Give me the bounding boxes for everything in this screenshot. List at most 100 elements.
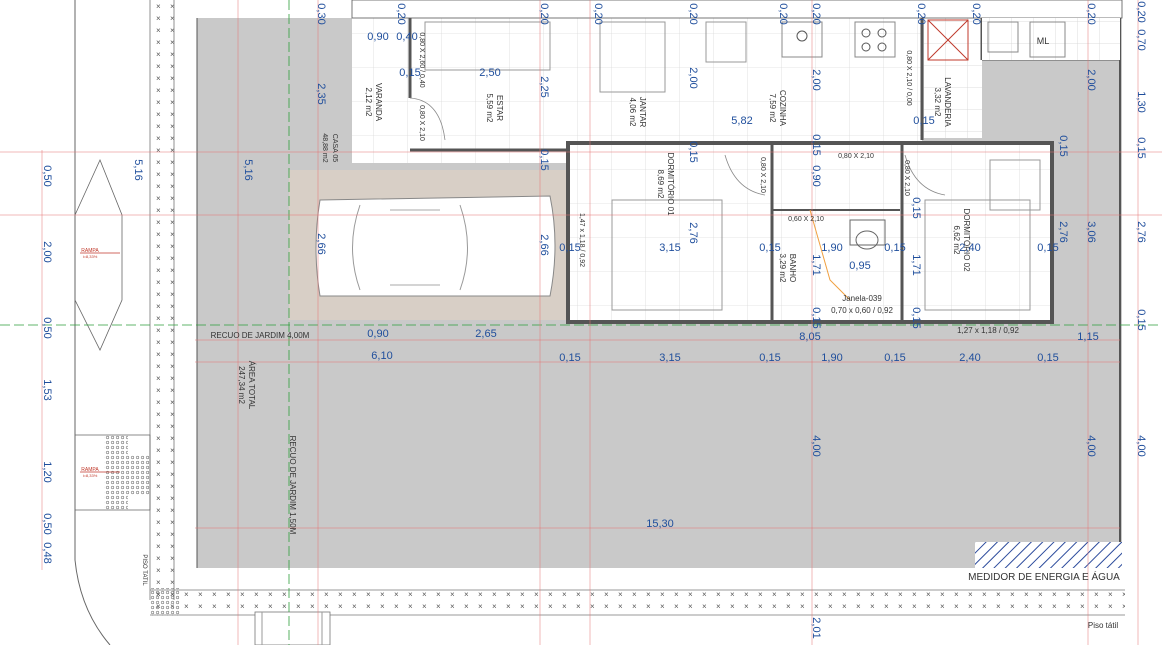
dimension-label: 0,20 [970,3,982,24]
dimension-label: 2,76 [1135,221,1147,242]
door-size-tag: 0,80 X 2,10 [903,160,910,196]
dimension-label: 0,48 [41,542,53,563]
ramp-note: i=8,33% [83,473,98,478]
floor-plan-svg: × [0,0,1162,646]
dimension-label: 3,06 [1085,221,1097,242]
dimension-label: 0,20 [395,3,407,24]
dimension-label: 2,76 [1057,221,1069,242]
laundry-fixture-label: ML [1037,36,1050,46]
dimension-label: 0,15 [913,115,934,127]
meter-hatch [975,542,1122,568]
dimension-label: 0,20 [592,3,604,24]
dimension-label: 0,15 [1037,352,1058,364]
window-size-tag: 1,27 x 1,18 / 0,92 [957,326,1019,335]
dimension-label: 2,65 [475,328,496,340]
room-name: VARANDA [374,83,383,122]
room-area: 5,59 m2 [485,94,494,123]
dimension-label: 0,30 [315,3,327,24]
dimension-label: 0,90 [810,165,822,186]
dimension-label: 1,90 [821,352,842,364]
dimension-label: 0,20 [810,3,822,24]
dimension-label: 8,05 [799,331,820,343]
room-name: DORMITÓRIO 01 [666,152,675,216]
dimension-label: 0,15 [1135,309,1147,330]
setback-front-label: RECUO DE JARDIM 4,00M [211,331,310,340]
meter-label: MEDIDOR DE ENERGIA E ÁGUA [968,570,1120,583]
dimension-label: 0,20 [538,3,550,24]
dimension-label: 1,20 [41,461,53,482]
floor-plan-drawing: × [0,0,1162,646]
dimension-label: 2,66 [315,233,327,254]
dimension-label: 4,00 [1135,435,1147,456]
room-name: LAVANDERIA [943,77,952,127]
dimension-label: 0,15 [759,352,780,364]
door-size-tag: 0,60 X 2,10 [788,216,824,223]
dimension-label: 15,30 [646,518,674,530]
dimension-label: 0,15 [538,149,550,170]
dimension-label: 0,20 [777,3,789,24]
dimension-label: 0,50 [41,317,53,338]
room-area: 3,32 m2 [933,88,942,117]
lot-area-value: 247,34 m2 [237,366,246,404]
setback-side-label: RECUO DE JARDIM 1,50M [288,436,297,535]
dimension-label: 0,20 [1085,3,1097,24]
dimension-label: 2,01 [810,617,822,638]
door-size-tag: 0,80 X 2,10 [838,153,874,160]
house-area: 48,88 m2 [321,133,328,162]
dimension-label: 0,40 [396,31,417,43]
dimension-label: 2,40 [959,242,980,254]
dimension-label: 2,00 [810,69,822,90]
dimension-label: 1,30 [1135,91,1147,112]
room-name: BANHO [788,254,797,282]
dimension-label: 2,50 [479,67,500,79]
dimension-label: 0,15 [910,197,922,218]
dimension-label: 5,16 [132,159,144,180]
house-name: CASA 05 [331,134,338,163]
dimension-label: 0,90 [367,328,388,340]
dimension-label: 2,35 [315,83,327,104]
dimension-label: 0,70 [1135,29,1147,50]
window-size-tag: 0,70 x 0,60 / 0,92 [831,306,893,315]
dimension-label: 0,50 [41,165,53,186]
room-name: ESTAR [495,95,504,121]
dimension-label: 0,15 [559,352,580,364]
room-area: 4,06 m2 [628,98,637,127]
dimension-label: 4,00 [810,435,822,456]
dimension-label: 2,00 [687,67,699,88]
dimension-label: 0,20 [915,3,927,24]
dimension-label: 2,66 [538,234,550,255]
tactile-floor-label: Piso tátil [1088,621,1118,630]
dimension-label: 5,16 [242,159,254,180]
room-area: 7,59 m2 [768,94,777,123]
dimension-label: 0,15 [1135,137,1147,158]
dimension-label: 1,90 [821,242,842,254]
dimension-label: 2,00 [41,241,53,262]
dimension-label: 0,15 [1057,135,1069,156]
dimension-label: 0,15 [559,242,580,254]
door-size-tag: 0,80 X 2,10 [418,105,425,141]
dimension-label: 0,95 [849,260,870,272]
dimension-label: 3,15 [659,242,680,254]
dimension-label: 2,00 [1085,69,1097,90]
window-size-tag: 1,47 x 1,18 / 0,92 [578,213,585,267]
dimension-label: 2,40 [959,352,980,364]
room-name: JANTAR [638,97,647,128]
dimension-label: 0,90 [367,31,388,43]
dimension-label: 0,15 [399,67,420,79]
room-area: 3,29 m2 [778,254,787,283]
room-name: COZINHA [778,90,787,127]
lot-name: ÁREA TOTAL [247,361,256,410]
dimension-label: 1,15 [1077,331,1098,343]
dimension-label: 0,15 [687,141,699,162]
car-outline [315,195,556,297]
door-size-tag: 0,80 X 2,10 / 0,00 [905,50,912,105]
dimension-label: 0,15 [910,307,922,328]
dimension-label: 2,25 [538,76,550,97]
dimension-label: 0,15 [810,134,822,155]
dimension-label: 0,15 [1037,242,1058,254]
dimension-label: 2,76 [687,222,699,243]
dimension-label: 0,15 [810,307,822,328]
dimension-label: 0,20 [1135,1,1147,22]
dimension-label: 6,10 [371,350,392,362]
dimension-label: 1,71 [810,254,822,275]
